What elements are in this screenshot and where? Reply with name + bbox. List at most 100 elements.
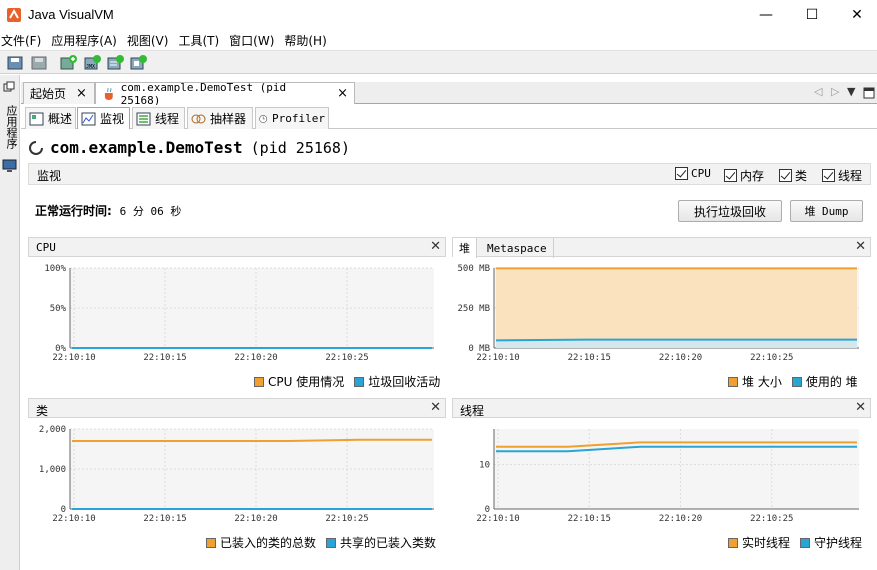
classes-panel-header: 类 ✕ (28, 398, 446, 418)
java-cup-icon (104, 87, 113, 100)
legend-label: 已装入的类的总数 (220, 536, 317, 550)
load-snapshot-icon[interactable] (6, 54, 24, 72)
legend-label: 堆 大小 (742, 375, 782, 389)
view-tabs: 概述 监视 线程 抽样器 Profiler (21, 105, 877, 129)
y-tick-label: 1,000 (39, 465, 66, 475)
tab-heap[interactable]: 堆 (453, 238, 477, 258)
x-tick-label: 22:10:25 (750, 514, 793, 524)
tab-start-page[interactable]: 起始页 × (23, 82, 95, 104)
checkbox-label: CPU (691, 167, 711, 180)
close-icon[interactable]: ✕ (855, 400, 866, 415)
profiler-clock-icon (259, 114, 268, 123)
title-bar: Java VisualVM — ☐ ✕ (0, 0, 877, 30)
close-icon[interactable]: ✕ (430, 400, 441, 415)
window-title: Java VisualVM (28, 7, 114, 22)
y-tick-label: 500 MB (457, 264, 490, 274)
monitor-icon[interactable] (2, 159, 17, 173)
classes-legend: 已装入的类的总数 共享的已装入类数 (206, 534, 436, 551)
visualvm-icon (7, 8, 21, 22)
heap-panel-header: 堆 Metaspace ✕ (452, 237, 871, 258)
legend-swatch (728, 376, 738, 387)
heap-legend: 堆 大小 使用的 堆 (728, 373, 858, 390)
threads-checkbox[interactable]: 线程 (822, 167, 862, 184)
close-icon[interactable]: × (337, 86, 348, 101)
sampler-icon (191, 114, 206, 123)
memory-checkbox[interactable]: 内存 (724, 167, 764, 184)
cpu-checkbox[interactable]: CPU (675, 167, 711, 180)
x-tick-label: 22:10:15 (143, 514, 186, 524)
section-title: 监视 (37, 169, 62, 183)
checkbox-label: 线程 (838, 169, 863, 183)
menu-application[interactable]: 应用程序(A) (50, 32, 121, 49)
maximize-button[interactable]: ☐ (789, 0, 835, 30)
heap-dump-icon[interactable]: JMX (84, 54, 102, 72)
left-sidebar-strip: 应用程序 (0, 75, 20, 570)
classes-chart: 2,0001,000022:10:10 22:10:15 22:10:20 22:10… (39, 425, 434, 524)
cpu-panel-header: CPU ✕ (28, 237, 446, 257)
scroll-left-icon[interactable]: ◁ (814, 85, 822, 98)
add-jmx-icon[interactable] (60, 54, 78, 72)
cpu-chart: 100%50%0%22:10:10 22:10:15 22:10:20 22:10:2… (44, 264, 434, 363)
tab-monitor[interactable]: 监视 (77, 107, 130, 129)
uptime-label: 正常运行时间: (35, 204, 112, 218)
checkbox-label: 内存 (740, 169, 765, 183)
x-tick-label: 22:10:15 (568, 353, 611, 363)
tab-profiler[interactable]: Profiler (255, 107, 329, 129)
y-tick-label: 10 (479, 461, 490, 471)
minimize-button[interactable]: — (743, 0, 789, 30)
x-tick-label: 22:10:20 (234, 514, 277, 524)
close-icon[interactable]: ✕ (855, 239, 866, 254)
panel-title: CPU (36, 241, 56, 254)
x-tick-label: 22:10:15 (568, 514, 611, 524)
restore-window-icon[interactable] (3, 81, 15, 93)
tab-list-icon[interactable]: ▼ (847, 85, 855, 98)
close-icon[interactable]: ✕ (430, 239, 441, 254)
tab-overview[interactable]: 概述 (25, 107, 76, 129)
snapshot-icon[interactable] (130, 54, 148, 72)
panel-title: 线程 (460, 404, 485, 418)
close-icon[interactable]: × (76, 86, 87, 101)
process-pid: (pid 25168) (250, 138, 350, 157)
y-tick-label: 50% (50, 304, 67, 314)
loading-spinner-icon (29, 140, 43, 155)
heap-chart: 500 MB250 MB0 MB22:10:10 22:10:15 22:10:20… (457, 264, 859, 363)
x-tick-label: 22:10:25 (325, 514, 368, 524)
menu-view[interactable]: 视图(V) (126, 32, 173, 49)
legend-swatch (800, 537, 811, 548)
document-tabs: 起始页 × com.example.DemoTest (pid 25168) ×… (21, 81, 877, 107)
page-title: com.example.DemoTest (pid 25168) (28, 138, 350, 157)
save-icon[interactable] (30, 54, 48, 72)
menu-window[interactable]: 窗口(W) (228, 32, 278, 49)
overview-icon (29, 112, 44, 125)
x-tick-label: 22:10:10 (52, 353, 95, 363)
legend-swatch (254, 376, 264, 387)
legend-swatch (791, 376, 802, 387)
tab-sampler[interactable]: 抽样器 (187, 107, 253, 129)
classes-checkbox[interactable]: 类 (779, 167, 807, 184)
heap-dump-button[interactable]: 堆 Dump (790, 200, 863, 222)
x-tick-label: 22:10:20 (659, 353, 702, 363)
close-button[interactable]: ✕ (834, 0, 877, 30)
series-line (495, 338, 857, 342)
applications-panel-label[interactable]: 应用程序 (1, 105, 19, 149)
legend-label: 垃圾回收活动 (368, 375, 441, 389)
menu-tools[interactable]: 工具(T) (177, 32, 223, 49)
tab-metaspace[interactable]: Metaspace (481, 238, 554, 258)
gc-button[interactable]: 执行垃圾回收 (678, 200, 782, 222)
menu-help[interactable]: 帮助(H) (283, 32, 330, 49)
series-area-heap-size (496, 268, 857, 348)
menu-bar: 文件(F) 应用程序(A) 视图(V) 工具(T) 窗口(W) 帮助(H) (0, 30, 877, 50)
legend-label: 实时线程 (742, 536, 791, 550)
y-tick-label: 250 MB (457, 304, 490, 314)
scroll-right-icon[interactable]: ▷ (831, 85, 839, 98)
y-tick-label: 2,000 (39, 425, 66, 435)
menu-file[interactable]: 文件(F) (0, 32, 45, 49)
thread-dump-icon[interactable] (107, 54, 125, 72)
tab-demotest[interactable]: com.example.DemoTest (pid 25168) × (95, 81, 355, 107)
threads-panel-header: 线程 ✕ (452, 398, 871, 418)
maximize-panel-icon[interactable] (863, 87, 875, 99)
x-tick-label: 22:10:25 (750, 353, 793, 363)
checkbox-label: 类 (795, 169, 808, 183)
threads-chart: 10022:10:10 22:10:15 22:10:20 22:10:25 (476, 429, 859, 524)
tab-threads[interactable]: 线程 (132, 107, 185, 129)
